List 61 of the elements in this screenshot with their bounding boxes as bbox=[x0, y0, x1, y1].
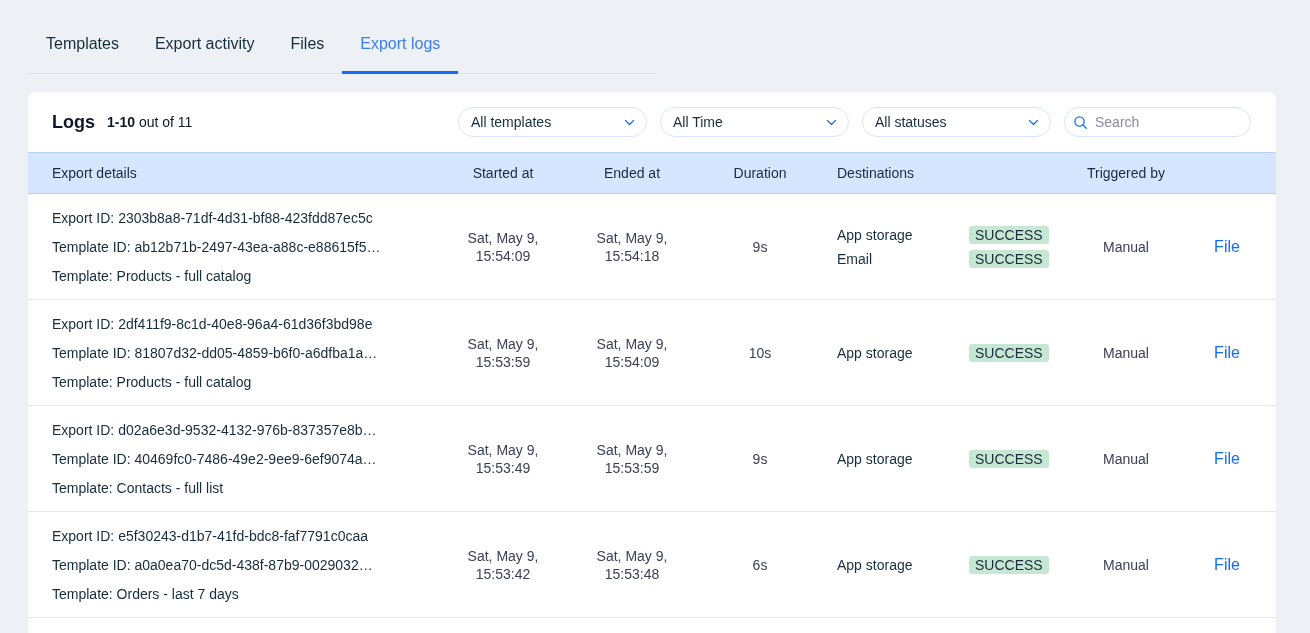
start-time-text: Sat, May 9, 15:53:59 bbox=[466, 334, 540, 371]
start-time-text: Sat, May 9, 15:54:09 bbox=[466, 228, 540, 265]
start-time-text: Sat, May 9, 15:53:42 bbox=[466, 546, 540, 583]
template-name-text: Template: Orders - last 7 days bbox=[52, 585, 239, 604]
status-badge: SUCCESS bbox=[969, 343, 1049, 362]
search-field[interactable]: Search bbox=[1064, 107, 1251, 137]
logs-title: Logs bbox=[52, 111, 95, 133]
end-time-text: Sat, May 9, 15:53:48 bbox=[595, 546, 669, 583]
file-link[interactable]: File bbox=[1214, 237, 1240, 256]
start-time-text: Sat, May 9, 15:53:49 bbox=[466, 440, 540, 477]
chevron-down-icon bbox=[625, 119, 634, 125]
results-count: 1-10 out of 11 bbox=[107, 114, 193, 130]
column-header: Started at bbox=[472, 165, 534, 181]
status-badge: SUCCESS bbox=[969, 225, 1049, 244]
column-header: Duration bbox=[733, 165, 787, 181]
export-id-text: Export ID: 2303b8a8-71df-4d31-bf88-423fdd87ec5c bbox=[52, 209, 373, 228]
file-link[interactable]: File bbox=[1214, 449, 1240, 468]
status-badge: SUCCESS bbox=[969, 555, 1049, 574]
column-header: Ended at bbox=[603, 165, 661, 181]
filter-dropdown[interactable]: All Time bbox=[660, 107, 849, 137]
duration-text: 10s bbox=[748, 344, 772, 361]
chevron-down-icon bbox=[827, 119, 836, 125]
filter-dropdown[interactable]: All statuses bbox=[862, 107, 1051, 137]
column-header: Destinations bbox=[837, 165, 915, 181]
template-id-text: Template ID: 40469fc0-7486-49e2-9ee9-6ef9074a… bbox=[52, 450, 377, 469]
tab[interactable]: Files bbox=[272, 18, 343, 74]
export-id-text: Export ID: 2df411f9-8c1d-40e8-96a4-61d36f3bd98e bbox=[52, 315, 373, 334]
chevron-down-icon bbox=[1029, 119, 1038, 125]
tab[interactable]: Export activity bbox=[136, 18, 273, 74]
status-badge: SUCCESS bbox=[969, 449, 1049, 468]
destination-text: App storage bbox=[837, 450, 914, 467]
end-time-text: Sat, May 9, 15:54:18 bbox=[595, 228, 669, 265]
trigger-text: Manual bbox=[1103, 238, 1149, 255]
end-time-text: Sat, May 9, 15:54:09 bbox=[595, 334, 669, 371]
trigger-text: Manual bbox=[1103, 450, 1149, 467]
export-id-text: Export ID: d02a6e3d-9532-4132-976b-837357e8b… bbox=[52, 421, 377, 440]
column-header: Triggered by bbox=[1086, 165, 1166, 181]
tab[interactable]: Templates bbox=[28, 18, 137, 74]
trigger-text: Manual bbox=[1103, 556, 1149, 573]
end-time-text: Sat, May 9, 15:53:59 bbox=[595, 440, 669, 477]
file-link[interactable]: File bbox=[1214, 555, 1240, 574]
destination-text: App storage bbox=[837, 344, 914, 361]
template-name-text: Template: Products - full catalog bbox=[52, 267, 252, 286]
file-link[interactable]: File bbox=[1214, 343, 1240, 362]
template-name-text: Template: Contacts - full list bbox=[52, 479, 224, 498]
destination-text: Email bbox=[837, 250, 873, 267]
export-id-text: Export ID: e5f30243-d1b7-41fd-bdc8-faf7791c0caa bbox=[52, 527, 368, 546]
destination-text: App storage bbox=[837, 226, 914, 243]
template-id-text: Template ID: a0a0ea70-dc5d-438f-87b9-0029032… bbox=[52, 556, 373, 575]
template-id-text: Template ID: ab12b71b-2497-43ea-a88c-e88615f5… bbox=[52, 238, 381, 257]
template-name-text: Template: Products - full catalog bbox=[52, 373, 252, 392]
status-badge: SUCCESS bbox=[969, 249, 1049, 268]
duration-text: 6s bbox=[752, 556, 768, 573]
column-header: Export details bbox=[52, 165, 137, 181]
duration-text: 9s bbox=[752, 238, 768, 255]
destination-text: App storage bbox=[837, 556, 914, 573]
template-id-text: Template ID: 81807d32-dd05-4859-b6f0-a6dfba1a… bbox=[52, 344, 378, 363]
filter-dropdown[interactable]: All templates bbox=[458, 107, 647, 137]
search-icon bbox=[1074, 116, 1087, 129]
duration-text: 9s bbox=[752, 450, 768, 467]
trigger-text: Manual bbox=[1103, 344, 1149, 361]
